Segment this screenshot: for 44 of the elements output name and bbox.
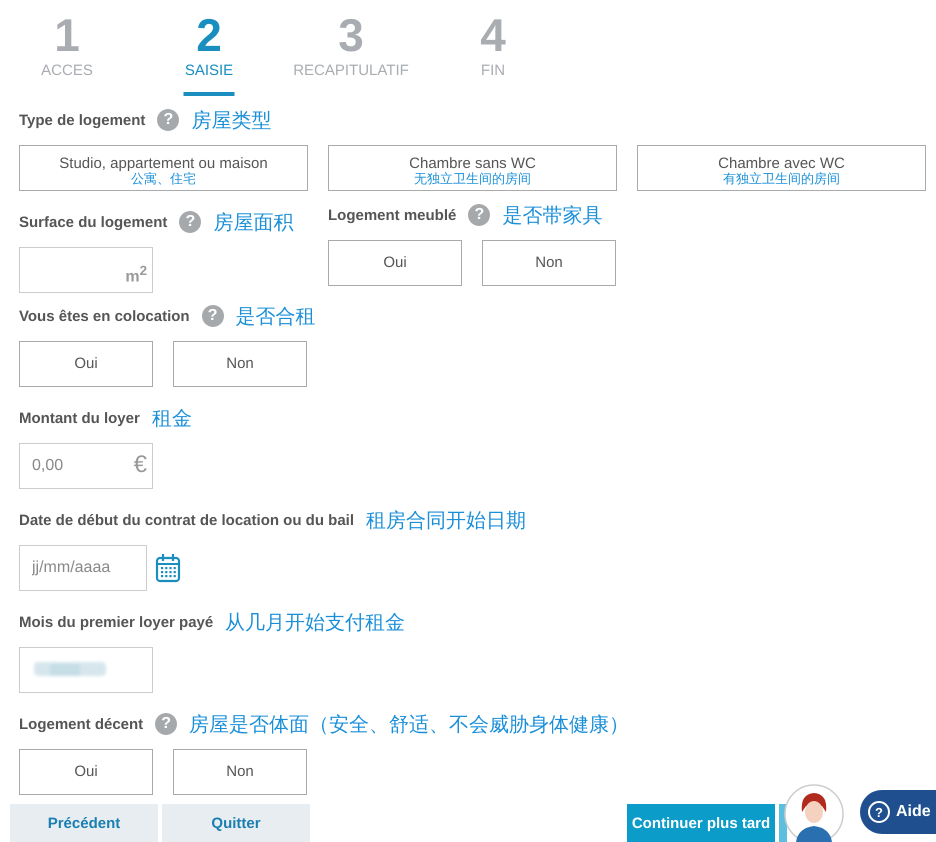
input-field[interactable] — [19, 247, 153, 293]
field-label: Montant du loyer — [19, 410, 140, 426]
translation-note: 是否带家具 — [502, 204, 602, 228]
help-icon[interactable]: ? — [157, 109, 180, 131]
help-icon[interactable]: ? — [179, 211, 202, 233]
help-icon[interactable]: ? — [468, 204, 490, 226]
field-label: Logement décent — [19, 716, 144, 732]
help-icon[interactable]: ? — [202, 305, 224, 327]
step-tab[interactable]: 3 RECAPITULATIF — [280, 0, 422, 96]
option-button[interactable]: Non — [173, 749, 307, 795]
field-label: Surface du logement — [19, 214, 168, 230]
step-tab[interactable]: 4 FIN — [422, 0, 564, 96]
step-tab[interactable]: 2 SAISIE — [138, 0, 280, 96]
field-label: Mois du premier loyer payé — [19, 614, 214, 630]
option-button[interactable]: Chambre sans WC 无独立卫生间的房间 — [328, 145, 617, 191]
option-button[interactable]: Non — [173, 341, 307, 387]
help-button[interactable]: ? Aide — [860, 790, 936, 834]
option-button[interactable]: Non — [482, 240, 616, 286]
field-label: Date de début du contrat de location ou du bail — [19, 512, 354, 528]
nav-button[interactable]: Quitter — [162, 804, 310, 842]
nav-button[interactable]: Continuer plus tard — [627, 804, 775, 842]
nav-button[interactable]: Précédent — [10, 804, 158, 842]
translation-note: 房屋面积 — [213, 210, 294, 236]
input-field[interactable] — [19, 647, 153, 693]
translation-note: 房屋是否体面（安全、舒适、不会威胁身体健康） — [189, 712, 630, 738]
option-button[interactable]: Oui — [19, 341, 153, 387]
translation-note: 租金 — [152, 406, 192, 432]
option-button[interactable]: Chambre avec WC 有独立卫生间的房间 — [637, 145, 926, 191]
unit-label: € — [134, 451, 147, 479]
translation-note: 租房合同开始日期 — [366, 508, 526, 534]
step-tab[interactable]: 1 ACCES — [0, 0, 138, 96]
option-button[interactable]: Oui — [19, 749, 153, 795]
option-button[interactable]: Studio, appartement ou maison 公寓、住宅 — [19, 145, 308, 191]
translation-note: 从几月开始支付租金 — [225, 610, 406, 636]
calendar-icon[interactable] — [155, 553, 181, 583]
translation-note: 房屋类型 — [191, 108, 272, 134]
avatar[interactable] — [784, 784, 844, 842]
unit-label: m$^{2}$ — [125, 262, 147, 288]
translation-note: 是否合租 — [236, 304, 316, 330]
field-label: Logement meublé — [328, 206, 456, 224]
field-label: Vous êtes en colocation — [19, 308, 190, 324]
field-label: Type de logement — [19, 112, 146, 128]
help-icon[interactable]: ? — [155, 713, 178, 735]
option-button[interactable]: Oui — [328, 240, 462, 286]
